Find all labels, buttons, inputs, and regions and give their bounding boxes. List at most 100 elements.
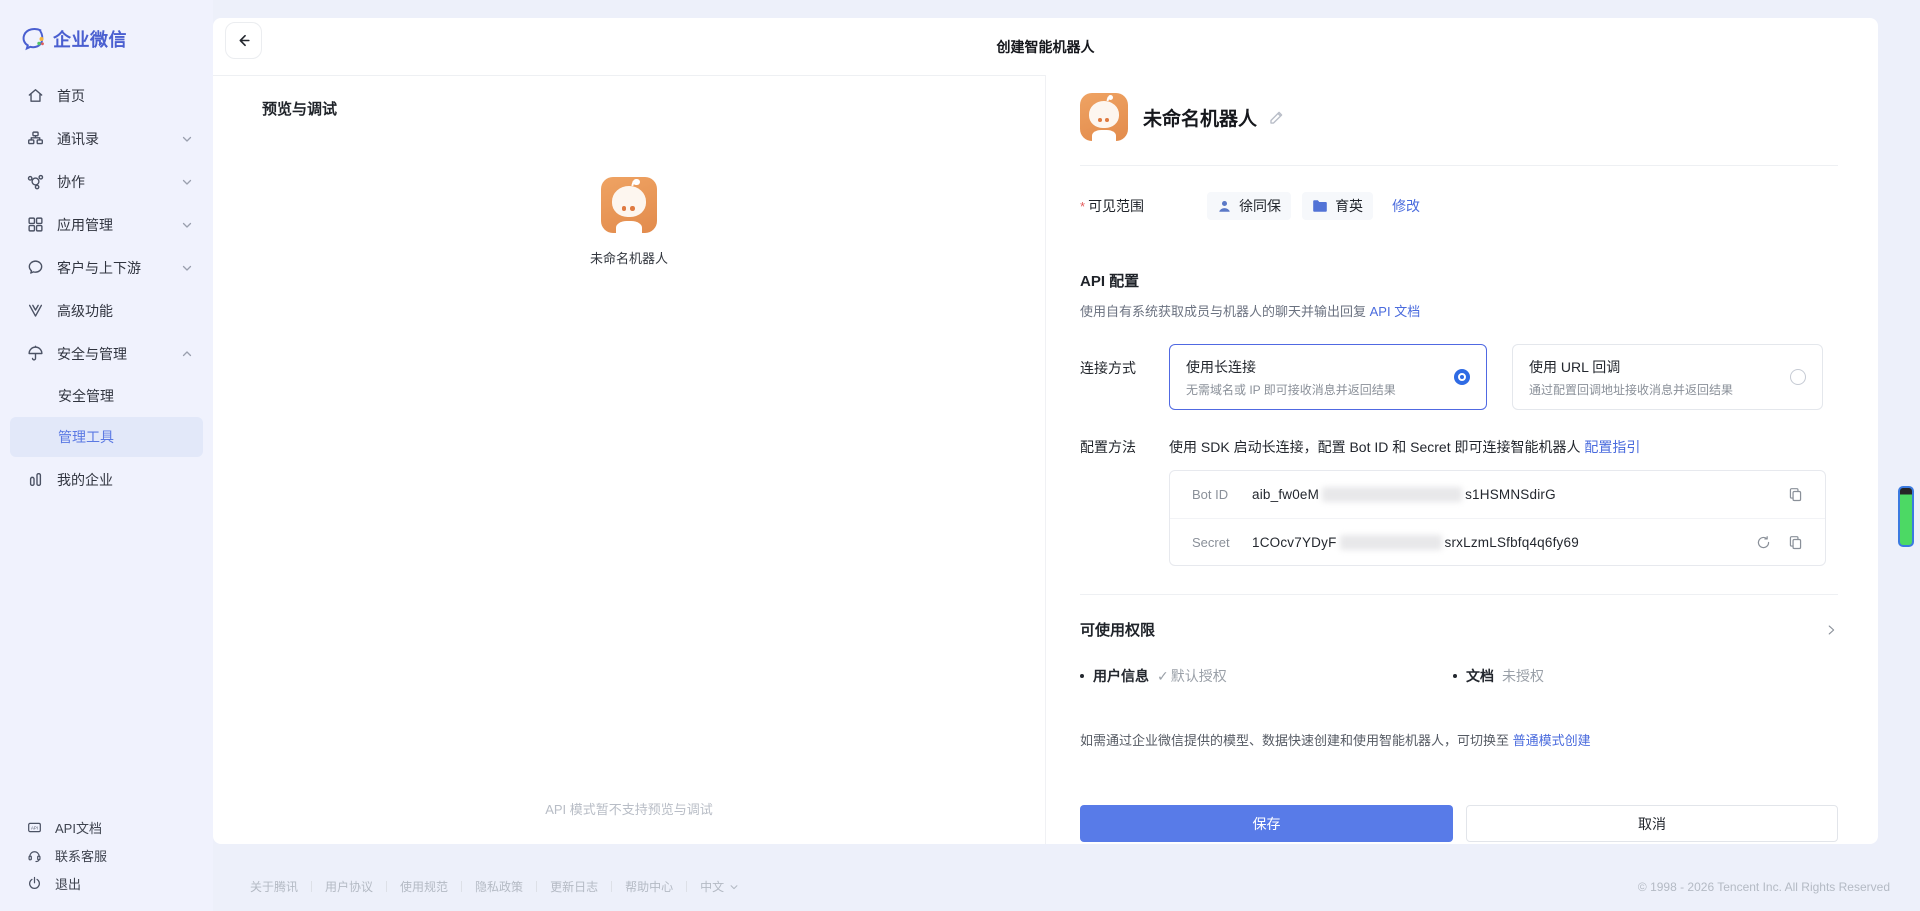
chevron-up-icon (181, 348, 193, 360)
bot-id-label: Bot ID (1192, 487, 1229, 502)
footer-links: 关于腾讯 用户协议 使用规范 隐私政策 更新日志 帮助中心 中文 (237, 878, 752, 895)
app-logo: 企业微信 (0, 0, 213, 52)
config-guide-link[interactable]: 配置指引 (1584, 439, 1640, 455)
apps-grid-icon (27, 216, 44, 233)
sidebar-item-my-company[interactable]: 我的企业 (0, 458, 213, 501)
footer-link-changelog[interactable]: 更新日志 (537, 878, 611, 895)
chevron-right-icon[interactable] (1824, 623, 1838, 637)
folder-icon (1312, 199, 1328, 213)
robot-header: 未命名机器人 (1080, 75, 1838, 141)
cancel-button[interactable]: 取消 (1466, 805, 1838, 842)
redacted-segment (1322, 487, 1463, 502)
sidebar-item-security-management[interactable]: 安全与管理 (0, 332, 213, 375)
connection-method-row: 连接方式 使用长连接 无需域名或 IP 即可接收消息并返回结果 使用 URL 回… (1080, 344, 1838, 410)
connection-method-label: 连接方式 (1080, 360, 1136, 376)
option-url-callback[interactable]: 使用 URL 回调 通过配置回调地址接收消息并返回结果 (1512, 344, 1823, 410)
footer-link-agreement[interactable]: 用户协议 (312, 878, 386, 895)
sidebar-subitem-security[interactable]: 安全管理 (10, 376, 203, 416)
footer-link-privacy[interactable]: 隐私政策 (462, 878, 536, 895)
preview-robot-name: 未命名机器人 (589, 251, 668, 266)
preview-panel-title: 预览与调试 (262, 101, 338, 118)
member-tag: 徐同保 (1207, 192, 1292, 220)
bot-id-value: aib_fw0eM s1HSMNSdirG (1252, 487, 1556, 502)
wework-logo-icon (20, 26, 46, 52)
redacted-segment (1339, 534, 1442, 550)
form-actions: 保存 取消 (1080, 805, 1838, 842)
sidebar-subitem-management-tools[interactable]: 管理工具 (10, 417, 203, 457)
copyright-text: © 1998 - 2026 Tencent Inc. All Rights Re… (1637, 879, 1890, 894)
save-button[interactable]: 保存 (1080, 805, 1453, 842)
permissions-title: 可使用权限 (1080, 622, 1156, 639)
sidebar-item-contacts[interactable]: 通讯录 (0, 117, 213, 160)
sidebar-item-api-docs[interactable]: API API文档 (0, 813, 213, 841)
collaboration-icon (27, 173, 44, 190)
footer-link-help[interactable]: 帮助中心 (612, 878, 686, 895)
chevron-down-icon (181, 133, 193, 145)
bullet (1453, 674, 1457, 678)
app-logo-text: 企业微信 (53, 30, 127, 50)
sidebar-item-advanced[interactable]: 高级功能 (0, 289, 213, 332)
sidebar-item-customers[interactable]: 客户与上下游 (0, 246, 213, 289)
secret-row: Secret 1COcv7YDyF srxLzmLSfbfq4q6fy69 (1170, 518, 1825, 565)
robot-form-panel: 未命名机器人 * 可见范围 徐同保 育英 修改 API 配置 使用自有系统获取成… (1045, 75, 1878, 844)
page-header: 创建智能机器人 (213, 18, 1878, 75)
main-content: 创建智能机器人 预览与调试 未命名机器人 API 模式暂不支持预览与调试 未命名… (213, 18, 1878, 844)
person-icon (1217, 199, 1232, 214)
scroll-indicator[interactable] (1898, 486, 1914, 547)
bot-id-row: Bot ID aib_fw0eM s1HSMNSdirG (1170, 471, 1825, 518)
page-footer: 关于腾讯 用户协议 使用规范 隐私政策 更新日志 帮助中心 中文 © 1998 … (213, 862, 1920, 911)
chevron-down-icon (181, 176, 193, 188)
page-title: 创建智能机器人 (996, 38, 1095, 55)
sidebar-item-contact-support[interactable]: 联系客服 (0, 841, 213, 869)
sidebar-bottom: API API文档 联系客服 退出 (0, 813, 213, 897)
option-long-connection[interactable]: 使用长连接 无需域名或 IP 即可接收消息并返回结果 (1169, 344, 1487, 410)
api-doc-link[interactable]: API 文档 (1370, 304, 1421, 319)
chat-bubble-icon (27, 259, 44, 276)
permission-user-info: 用户信息 ✓ 默认授权 (1080, 666, 1453, 686)
contacts-icon (27, 130, 44, 147)
robot-name: 未命名机器人 (1143, 108, 1258, 130)
home-icon (27, 87, 44, 104)
check-icon: ✓ (1157, 668, 1169, 684)
sidebar: 企业微信 首页 通讯录 协作 应用管理 客户与上下游 高级功能 安全与管理 安全… (0, 0, 213, 911)
advanced-features-icon (27, 302, 44, 319)
language-selector[interactable]: 中文 (687, 878, 752, 895)
api-config-desc: 使用自有系统获取成员与机器人的聊天并输出回复 API 文档 (1080, 304, 1421, 319)
secret-value: 1COcv7YDyF srxLzmLSfbfq4q6fy69 (1252, 534, 1579, 550)
credentials-box: Bot ID aib_fw0eM s1HSMNSdirG Secret 1COc… (1169, 470, 1826, 566)
config-method-desc: 使用 SDK 启动长连接，配置 Bot ID 和 Secret 即可连接智能机器… (1169, 439, 1641, 455)
secret-label: Secret (1192, 534, 1230, 550)
api-doc-icon: API (27, 820, 42, 835)
umbrella-icon (27, 345, 44, 362)
edit-name-icon[interactable] (1268, 109, 1285, 126)
department-tag: 育英 (1302, 192, 1374, 220)
footer-link-about[interactable]: 关于腾讯 (237, 878, 311, 895)
normal-mode-link[interactable]: 普通模式创建 (1513, 733, 1591, 748)
power-icon (27, 876, 42, 891)
chevron-down-icon (729, 882, 739, 892)
bullet (1080, 674, 1084, 678)
sidebar-item-logout[interactable]: 退出 (0, 869, 213, 897)
sidebar-item-home[interactable]: 首页 (0, 74, 213, 117)
sidebar-item-collaboration[interactable]: 协作 (0, 160, 213, 203)
sidebar-item-app-management[interactable]: 应用管理 (0, 203, 213, 246)
modify-scope-link[interactable]: 修改 (1392, 196, 1420, 216)
radio-selected-icon[interactable] (1454, 369, 1470, 385)
radio-unselected-icon[interactable] (1790, 369, 1806, 385)
permissions-list: 用户信息 ✓ 默认授权 文档 未授权 (1080, 666, 1838, 686)
config-method-row: 配置方法 使用 SDK 启动长连接，配置 Bot ID 和 Secret 即可连… (1080, 436, 1838, 566)
robot-avatar (1080, 93, 1128, 141)
headset-icon (27, 848, 42, 863)
robot-avatar (601, 177, 657, 233)
copy-icon[interactable] (1788, 535, 1803, 550)
permissions-header[interactable]: 可使用权限 (1080, 619, 1838, 640)
preview-unsupported-note: API 模式暂不支持预览与调试 (545, 802, 713, 817)
visible-scope-row: * 可见范围 徐同保 育英 修改 (1080, 192, 1838, 220)
refresh-icon[interactable] (1756, 535, 1771, 550)
required-mark: * (1080, 198, 1086, 214)
chevron-down-icon (181, 219, 193, 231)
footer-link-usage[interactable]: 使用规范 (387, 878, 461, 895)
copy-icon[interactable] (1788, 487, 1803, 502)
svg-text:API: API (31, 825, 38, 830)
permission-docs: 文档 未授权 (1453, 666, 1544, 686)
